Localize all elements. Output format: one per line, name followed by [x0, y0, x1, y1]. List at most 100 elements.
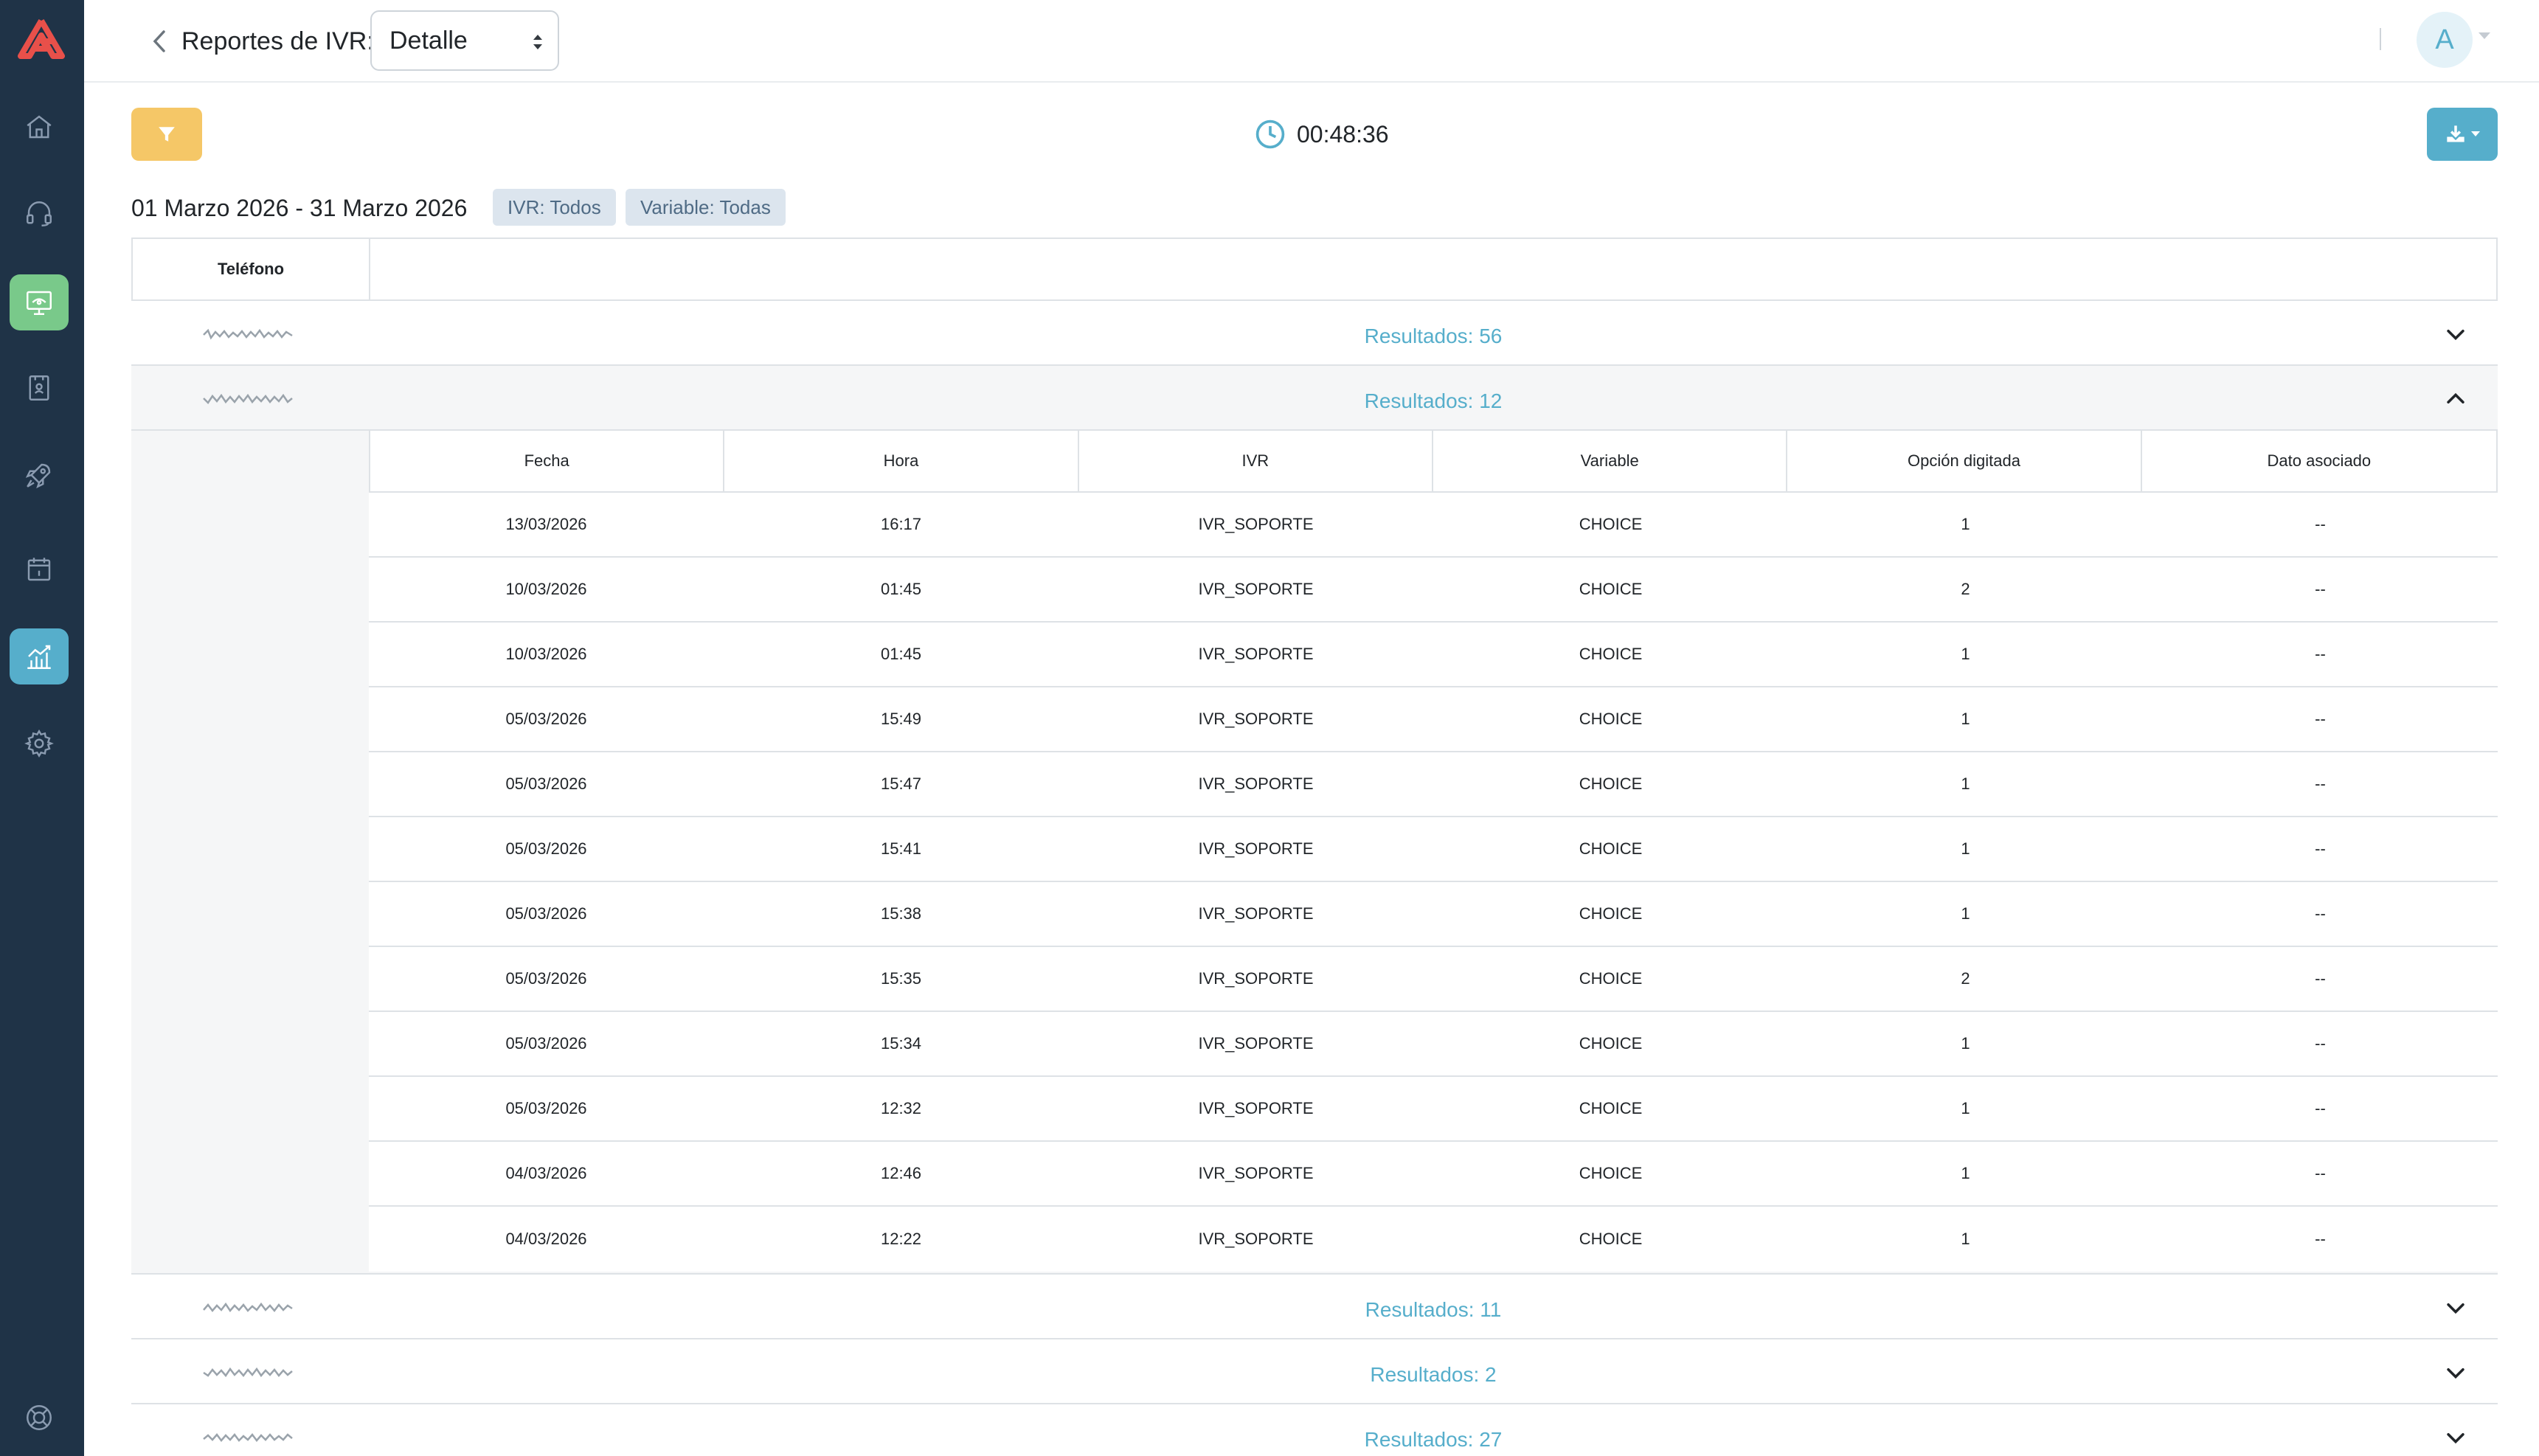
column-header-dato-asociado: Dato asociado: [2267, 451, 2372, 470]
cell-variable: CHOICE: [1579, 580, 1643, 598]
phone-group-row[interactable]: Resultados: 2: [131, 1339, 2498, 1404]
column-header-hora: Hora: [724, 431, 1079, 491]
table-row: 04/03/2026 12:46 IVR_SOPORTE CHOICE 1 --: [369, 1142, 2498, 1207]
column-header-fecha: Fecha: [370, 431, 725, 491]
table-row: 05/03/2026 15:47 IVR_SOPORTE CHOICE 1 --: [369, 752, 2498, 817]
avatar-caret-icon[interactable]: [2479, 32, 2490, 39]
cell-hora: 15:34: [880, 1034, 922, 1053]
cell-hora: 15:38: [880, 904, 922, 923]
cell-ivr: IVR_SOPORTE: [1198, 1099, 1314, 1117]
phone-group-row-expanded[interactable]: Resultados: 12: [131, 366, 2498, 431]
detail-table: Fecha Hora IVR Variable Opción digitada …: [369, 431, 2498, 1272]
detail-table-header: Fecha Hora IVR Variable Opción digitada …: [369, 431, 2498, 493]
cell-variable: CHOICE: [1579, 1230, 1643, 1248]
cell-fecha: 13/03/2026: [505, 515, 587, 533]
cell-opcion-digitada: 1: [1961, 774, 1970, 793]
phone-group-row[interactable]: Resultados: 27: [131, 1404, 2498, 1456]
cell-opcion-digitada: 2: [1961, 969, 1970, 988]
sidebar-item-agents[interactable]: [10, 186, 69, 242]
caret-down-icon: [2471, 131, 2480, 136]
masked-phone-number: [203, 1433, 293, 1442]
date-range-label: 01 Marzo 2026 - 31 Marzo 2026: [131, 195, 468, 221]
contacts-book-icon: [29, 375, 49, 401]
sidebar-item-help[interactable]: [10, 1390, 69, 1446]
cell-opcion-digitada: 1: [1961, 710, 1970, 728]
cell-fecha: 10/03/2026: [505, 645, 587, 663]
cell-hora: 15:35: [880, 969, 922, 988]
results-count: Resultados: 27: [1364, 1428, 1503, 1451]
masked-phone-number: [203, 328, 293, 340]
sidebar-item-calendar[interactable]: [10, 541, 69, 597]
sidebar-item-campaigns[interactable]: [10, 447, 69, 503]
top-header: Reportes de IVR: Detalle A: [84, 0, 2539, 83]
help-lifebuoy-icon: [27, 1405, 52, 1430]
clock-icon: [1255, 119, 1285, 149]
cell-ivr: IVR_SOPORTE: [1198, 645, 1314, 663]
cell-dato-asociado: --: [2315, 580, 2326, 598]
cell-ivr: IVR_SOPORTE: [1198, 839, 1314, 858]
cell-opcion-digitada: 2: [1961, 580, 1970, 598]
cell-hora: 12:22: [880, 1230, 922, 1248]
chip-variable-filter: Variable: Todas: [626, 189, 786, 226]
results-count: Resultados: 12: [1364, 389, 1503, 412]
back-button[interactable]: [145, 27, 174, 56]
cell-ivr: IVR_SOPORTE: [1198, 1230, 1314, 1248]
sidebar-item-reports[interactable]: [10, 628, 69, 684]
sidebar-item-contacts[interactable]: [10, 360, 69, 416]
cell-hora: 12:32: [880, 1099, 922, 1117]
user-avatar[interactable]: A: [2417, 12, 2473, 68]
sidebar-item-monitor[interactable]: [10, 274, 69, 330]
table-row: 13/03/2026 16:17 IVR_SOPORTE CHOICE 1 --: [369, 493, 2498, 558]
cell-dato-asociado: --: [2315, 645, 2326, 663]
cell-dato-asociado: --: [2315, 969, 2326, 988]
sidebar-item-settings[interactable]: [10, 715, 69, 772]
app-logo[interactable]: [18, 18, 65, 59]
phone-group-row[interactable]: Resultados: 11: [131, 1275, 2498, 1339]
table-header: Teléfono: [131, 238, 2498, 301]
cell-fecha: 05/03/2026: [505, 1099, 587, 1117]
column-header-variable: Variable: [1433, 431, 1788, 491]
cell-variable: CHOICE: [1579, 1099, 1643, 1117]
cell-variable: CHOICE: [1579, 645, 1643, 663]
cell-dato-asociado: --: [2315, 1099, 2326, 1117]
download-button[interactable]: [2427, 108, 2498, 161]
cell-opcion-digitada: 1: [1961, 1230, 1970, 1248]
cell-ivr: IVR_SOPORTE: [1198, 1034, 1314, 1053]
expanded-detail-panel: Fecha Hora IVR Variable Opción digitada …: [131, 431, 2498, 1275]
cell-dato-asociado: --: [2315, 1230, 2326, 1248]
cell-fecha: 10/03/2026: [505, 580, 587, 598]
cell-hora: 15:47: [880, 774, 922, 793]
cell-opcion-digitada: 1: [1961, 839, 1970, 858]
table-row: 04/03/2026 12:22 IVR_SOPORTE CHOICE 1 --: [369, 1207, 2498, 1272]
cell-ivr: IVR_SOPORTE: [1198, 904, 1314, 923]
chevron-down-icon[interactable]: [2443, 1425, 2468, 1450]
table-row: 05/03/2026 15:34 IVR_SOPORTE CHOICE 1 --: [369, 1012, 2498, 1077]
view-select[interactable]: Detalle: [370, 10, 559, 71]
masked-phone-number: [203, 393, 293, 404]
cell-opcion-digitada: 1: [1961, 1034, 1970, 1053]
timer-value: 00:48:36: [1297, 120, 1389, 148]
cell-dato-asociado: --: [2315, 1034, 2326, 1053]
results-count: Resultados: 11: [1365, 1298, 1502, 1321]
chevron-down-icon[interactable]: [2443, 322, 2468, 347]
chevron-up-icon[interactable]: [2443, 386, 2468, 412]
cell-fecha: 05/03/2026: [505, 774, 587, 793]
sidebar-item-home[interactable]: [10, 99, 69, 155]
cell-hora: 15:49: [880, 710, 922, 728]
download-icon: [2447, 125, 2464, 142]
cell-opcion-digitada: 1: [1961, 515, 1970, 533]
chevron-down-icon[interactable]: [2443, 1295, 2468, 1320]
cell-dato-asociado: --: [2315, 839, 2326, 858]
table-row: 05/03/2026 15:41 IVR_SOPORTE CHOICE 1 --: [369, 817, 2498, 882]
phone-group-row[interactable]: Resultados: 56: [131, 301, 2498, 366]
cell-fecha: 05/03/2026: [505, 904, 587, 923]
cell-ivr: IVR_SOPORTE: [1198, 774, 1314, 793]
chevron-down-icon[interactable]: [2443, 1360, 2468, 1385]
cell-hora: 16:17: [880, 515, 922, 533]
cell-opcion-digitada: 1: [1961, 1099, 1970, 1117]
cell-ivr: IVR_SOPORTE: [1198, 969, 1314, 988]
filter-button[interactable]: [131, 108, 202, 161]
rocket-icon: [25, 463, 51, 489]
cell-fecha: 04/03/2026: [505, 1164, 587, 1182]
cell-fecha: 05/03/2026: [505, 969, 587, 988]
